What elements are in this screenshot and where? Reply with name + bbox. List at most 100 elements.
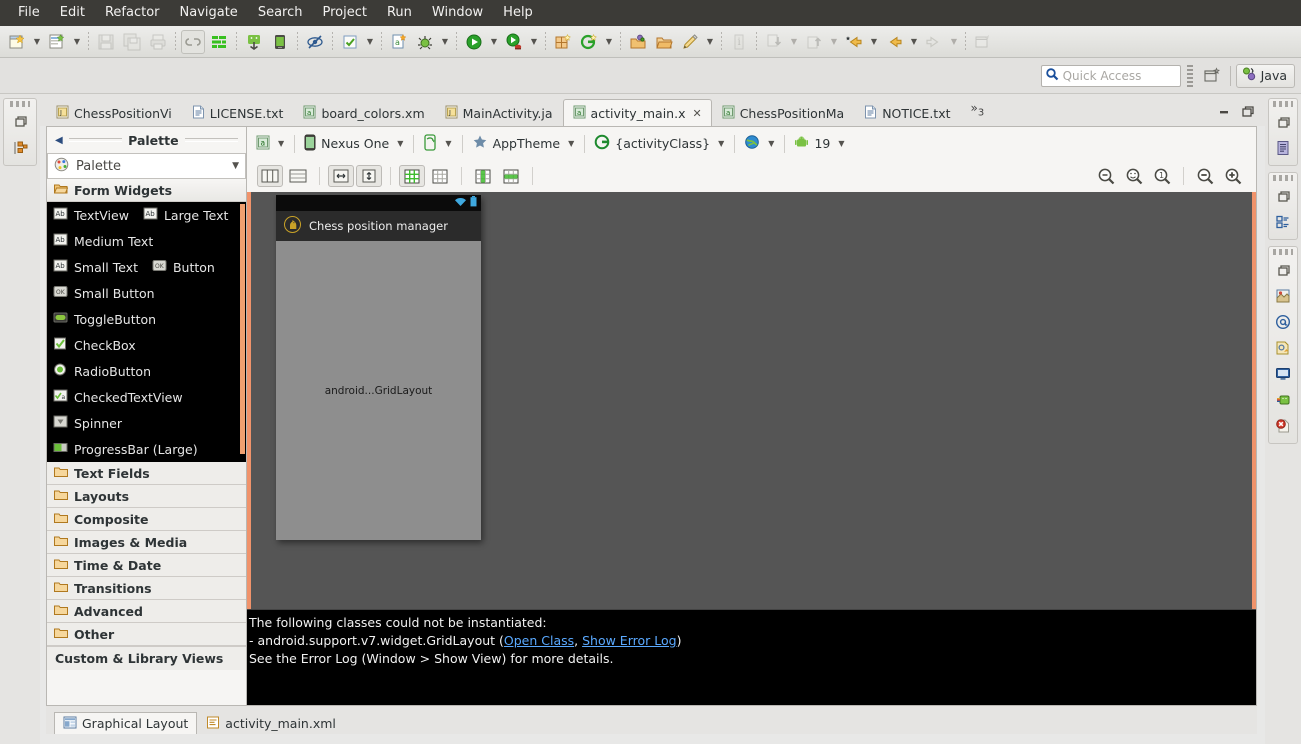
view-stack-grip[interactable] [10, 101, 30, 107]
design-canvas[interactable]: Chess position manager android...GridLay… [247, 192, 1256, 609]
package-explorer-icon[interactable] [7, 135, 33, 161]
tab-activity-main-xml[interactable]: activity_main.xml [197, 712, 345, 734]
device-preview[interactable]: Chess position manager android...GridLay… [276, 195, 481, 540]
maximize-icon[interactable] [1241, 105, 1255, 122]
tab-overflow-button[interactable]: »3 [961, 101, 995, 118]
restore-icon[interactable] [7, 109, 33, 135]
editor-tab-notice[interactable]: NOTICE.txt [854, 99, 960, 126]
run-button[interactable] [462, 30, 486, 54]
menu-item-navigate[interactable]: Navigate [170, 3, 248, 23]
search-pen-button[interactable] [678, 30, 702, 54]
activity-chooser[interactable]: {activityClass} [591, 134, 713, 153]
linear-layout-vertical-button[interactable] [257, 165, 283, 187]
restore-icon[interactable] [1270, 257, 1296, 283]
external-tools-button[interactable] [502, 30, 526, 54]
zoom-out-fit-button[interactable] [1093, 165, 1119, 187]
palette-item-radiobutton[interactable]: RadioButton [53, 363, 151, 379]
forward-history-dropdown[interactable]: ▼ [947, 30, 961, 54]
outline-view-icon[interactable] [1270, 135, 1296, 161]
add-row-button[interactable] [498, 165, 524, 187]
perspective-java-button[interactable]: Java [1235, 63, 1295, 88]
configuration-chooser-caret[interactable]: ▼ [274, 139, 288, 148]
palette-item-small-text[interactable]: Ab Small Text [53, 259, 138, 275]
menu-item-project[interactable]: Project [312, 3, 376, 23]
palette-item-spinner[interactable]: Spinner [53, 415, 122, 431]
new-class-dropdown[interactable]: ▼ [70, 30, 84, 54]
palette-item-checkbox[interactable]: CheckBox [53, 337, 136, 353]
console-view-icon[interactable] [1270, 361, 1296, 387]
palette-item-button[interactable]: OK Button [152, 259, 215, 275]
orientation-chooser[interactable] [420, 133, 440, 154]
view-stack-grip[interactable] [1273, 175, 1293, 181]
android-sdk-manager-button[interactable] [242, 30, 266, 54]
editor-tab-activity-main-active[interactable]: a activity_main.x ✕ [562, 99, 712, 126]
palette-group-advanced[interactable]: Advanced [47, 600, 246, 623]
palette-selector[interactable]: Palette ▼ [47, 153, 246, 179]
restore-icon[interactable] [1270, 183, 1296, 209]
configuration-chooser[interactable]: a [253, 135, 273, 153]
palette-group-layouts[interactable]: Layouts [47, 485, 246, 508]
api-level-chooser-caret[interactable]: ▼ [834, 139, 848, 148]
menu-item-edit[interactable]: Edit [50, 3, 95, 23]
save-button[interactable] [94, 30, 118, 54]
android-manifest-button[interactable] [207, 30, 231, 54]
back-arrow-star-button[interactable] [842, 30, 866, 54]
palette-group-form-widgets[interactable]: Form Widgets [47, 179, 246, 202]
palette-item-textview[interactable]: Ab TextView [53, 207, 129, 223]
editor-tab-board-colors[interactable]: a board_colors.xm [293, 99, 434, 126]
external-tools-dropdown[interactable]: ▼ [527, 30, 541, 54]
open-perspective-button[interactable] [1199, 64, 1225, 88]
toolbar-grip[interactable] [1186, 64, 1193, 87]
open-class-link[interactable]: Open Class [504, 633, 574, 648]
palette-item-small-button[interactable]: OK Small Button [53, 285, 155, 301]
run-dropdown[interactable]: ▼ [487, 30, 501, 54]
theme-chooser-caret[interactable]: ▼ [564, 139, 578, 148]
show-grid-button[interactable] [399, 165, 425, 187]
api-level-chooser[interactable]: 19 [791, 135, 833, 153]
match-width-button[interactable] [328, 165, 354, 187]
zoom-fit-button[interactable] [1121, 165, 1147, 187]
menu-item-search[interactable]: Search [248, 3, 313, 23]
menu-item-file[interactable]: File [8, 3, 50, 23]
menu-item-run[interactable]: Run [377, 3, 422, 23]
palette-item-large-text[interactable]: Ab Large Text [143, 207, 228, 223]
device-content-area[interactable]: android...GridLayout [276, 241, 481, 540]
palette-group-images-media[interactable]: Images & Media [47, 531, 246, 554]
new-android-project-button[interactable] [551, 30, 575, 54]
search-pen-dropdown[interactable]: ▼ [703, 30, 717, 54]
add-column-button[interactable] [470, 165, 496, 187]
zoom-out-button[interactable] [1192, 165, 1218, 187]
new-android-xml-button[interactable]: a [387, 30, 411, 54]
next-annotation-dropdown[interactable]: ▼ [787, 30, 801, 54]
restore-icon[interactable] [1270, 109, 1296, 135]
menu-item-help[interactable]: Help [493, 3, 543, 23]
menu-item-window[interactable]: Window [422, 3, 493, 23]
palette-group-composite[interactable]: Composite [47, 508, 246, 531]
back-arrow-star-dropdown[interactable]: ▼ [867, 30, 881, 54]
javadoc-view-icon[interactable] [1270, 309, 1296, 335]
new-wizard-dropdown[interactable]: ▼ [30, 30, 44, 54]
view-stack-grip[interactable] [1273, 101, 1293, 107]
view-stack-grip[interactable] [1273, 249, 1293, 255]
editor-tab-license[interactable]: LICENSE.txt [182, 99, 294, 126]
debug-button[interactable] [413, 30, 437, 54]
palette-item-checkedtextview[interactable]: a CheckedTextView [53, 389, 183, 405]
locale-chooser-caret[interactable]: ▼ [764, 139, 778, 148]
minimize-icon[interactable] [1217, 105, 1231, 122]
device-chooser[interactable]: Nexus One [301, 134, 392, 154]
match-height-button[interactable] [356, 165, 382, 187]
open-package-button[interactable] [652, 30, 676, 54]
previous-annotation-button[interactable] [802, 30, 826, 54]
zoom-actual-size-button[interactable]: 1 [1149, 165, 1175, 187]
palette-group-other[interactable]: Other [47, 623, 246, 646]
open-task-dropdown[interactable]: ▼ [363, 30, 377, 54]
new-gwt-button[interactable] [577, 30, 601, 54]
logcat-view-icon[interactable] [1270, 283, 1296, 309]
zoom-in-button[interactable] [1220, 165, 1246, 187]
menu-item-refactor[interactable]: Refactor [95, 3, 170, 23]
declaration-view-icon[interactable] [1270, 335, 1296, 361]
hide-grid-button[interactable] [427, 165, 453, 187]
palette-item-togglebutton[interactable]: ToggleButton [53, 311, 156, 327]
tab-graphical-layout[interactable]: Graphical Layout [54, 712, 198, 734]
device-chooser-caret[interactable]: ▼ [393, 139, 407, 148]
